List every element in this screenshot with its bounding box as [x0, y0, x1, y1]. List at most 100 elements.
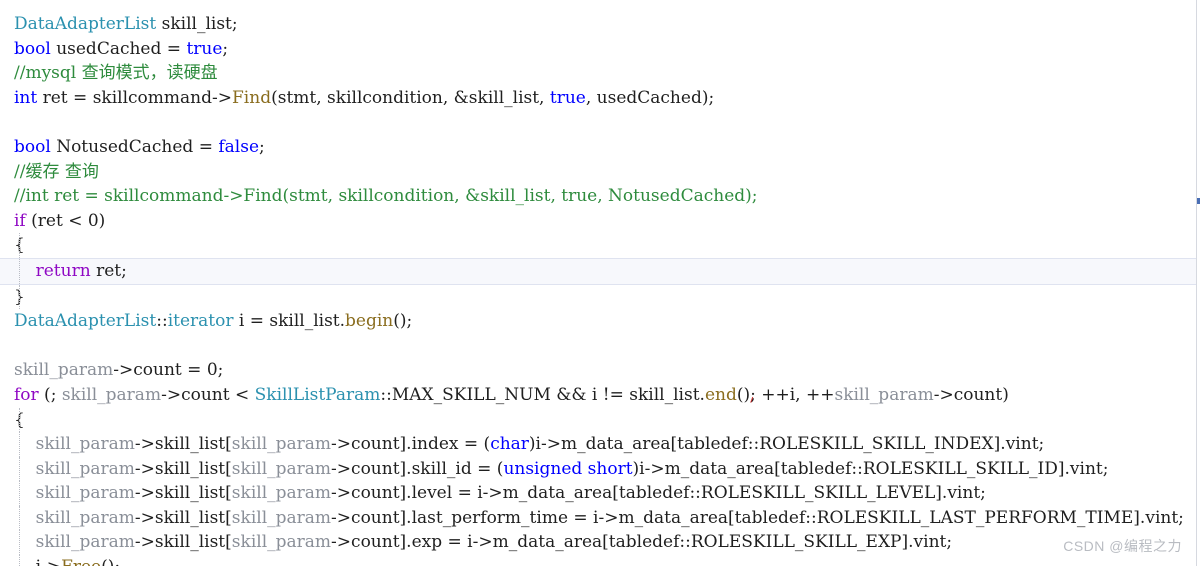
code-line[interactable]: i->Free(); — [0, 555, 1200, 566]
csdn-watermark: CSDN @编程之力 — [1063, 538, 1182, 554]
code-token: skill_list — [154, 483, 226, 504]
indent-guide — [19, 505, 20, 531]
code-line[interactable]: bool usedCached = true; — [0, 37, 1200, 62]
code-line[interactable]: skill_param->skill_list[skill_param->cou… — [0, 481, 1200, 506]
code-token: skill_param — [61, 384, 162, 405]
indent-guide — [19, 530, 20, 556]
code-token: m_data_area — [664, 458, 775, 479]
code-token: ++i, ++ — [755, 384, 835, 405]
code-token: -> — [331, 458, 352, 479]
code-token: m_data_area — [618, 507, 729, 528]
code-token: return — [35, 260, 91, 281]
indent-guide — [19, 284, 20, 310]
code-line[interactable]: skill_param->count = 0; — [0, 358, 1200, 383]
code-token: skill_param — [834, 384, 934, 405]
code-line[interactable] — [0, 334, 1200, 359]
code-token: [ — [225, 532, 232, 553]
code-token: skill_param — [35, 434, 135, 455]
code-token: ) — [1002, 384, 1009, 405]
indent-guide — [19, 233, 20, 258]
code-line[interactable]: { — [0, 233, 1200, 258]
code-token: (); — [101, 557, 120, 566]
code-token: Free — [61, 557, 101, 566]
code-line[interactable]: } — [0, 284, 1200, 310]
code-token: skill_param — [231, 532, 332, 553]
code-line[interactable]: if (ret < 0) — [0, 209, 1200, 234]
code-token: skill_list — [154, 458, 226, 479]
code-editor[interactable]: DataAdapterList skill_list; bool usedCach… — [0, 0, 1200, 566]
code-token: )i-> — [632, 458, 665, 479]
code-token: = — [181, 360, 207, 381]
code-token: 0 — [206, 360, 218, 381]
code-token: ret; — [90, 260, 127, 281]
code-line[interactable]: { — [0, 407, 1200, 433]
code-token: skill_param — [35, 532, 135, 553]
code-token: DataAdapterList — [14, 14, 157, 34]
code-token: skill_param — [231, 458, 332, 479]
code-token: skill_list; — [156, 14, 238, 34]
code-token: -> — [134, 458, 155, 479]
code-token: count — [351, 434, 400, 455]
code-token: m_data_area — [560, 434, 671, 455]
code-token: begin — [345, 311, 394, 332]
code-token: [tabledef::ROLESKILL_SKILL_INDEX].vint; — [670, 434, 1045, 455]
code-token: -> — [331, 434, 352, 455]
code-token: -> — [113, 360, 134, 381]
code-token: bool — [14, 38, 51, 59]
code-line[interactable]: skill_param->skill_list[skill_param->cou… — [0, 456, 1200, 482]
indent-guide — [19, 481, 20, 506]
code-token: ].level = i-> — [399, 483, 503, 504]
code-token: (); — [393, 311, 413, 332]
code-token: [ — [225, 458, 232, 479]
code-token: (ret < — [25, 210, 88, 231]
code-line[interactable]: skill_param->skill_list[skill_param->cou… — [0, 505, 1200, 531]
code-line[interactable]: bool NotusedCached = false; — [0, 135, 1200, 160]
code-token: skill_list — [154, 434, 226, 455]
vertical-scrollbar[interactable] — [1196, 0, 1200, 566]
code-token: ) — [98, 210, 106, 231]
code-token: bool — [14, 136, 51, 157]
code-token: count — [351, 483, 400, 504]
code-line[interactable]: DataAdapterList skill_list; — [0, 12, 1200, 37]
code-line[interactable]: skill_param->skill_list[skill_param->cou… — [0, 530, 1200, 556]
code-token: m_data_area — [502, 483, 613, 504]
code-token: usedCached = — [50, 38, 187, 59]
code-token: true — [549, 87, 586, 108]
code-token: [tabledef::ROLESKILL_SKILL_LEVEL].vint; — [612, 483, 986, 504]
code-token: skillcommand — [92, 87, 213, 108]
code-token: false — [218, 136, 260, 157]
code-line[interactable]: //缓存 查询 — [0, 160, 1200, 185]
code-line[interactable]: int ret = skillcommand->Find(stmt, skill… — [0, 86, 1200, 111]
code-token: skill_param — [35, 458, 135, 479]
code-token: count — [351, 507, 400, 528]
code-token: [tabledef::ROLESKILL_SKILL_EXP].vint; — [602, 532, 953, 553]
code-content[interactable]: DataAdapterList skill_list; bool usedCach… — [0, 0, 1200, 566]
code-token: -> — [134, 532, 155, 553]
code-line[interactable]: return ret; — [0, 257, 1200, 285]
code-token: ].index = ( — [399, 434, 491, 455]
code-token: skill_list — [154, 532, 226, 553]
code-token: count — [351, 458, 400, 479]
code-token: char — [490, 434, 529, 455]
code-token: for — [14, 384, 39, 405]
code-line[interactable] — [0, 110, 1200, 135]
code-token: skill_param — [14, 360, 114, 381]
code-token: ].last_perform_time = i-> — [399, 507, 619, 528]
code-line[interactable]: //mysql 查询模式，读硬盘 — [0, 61, 1200, 86]
code-token: < — [229, 384, 255, 405]
code-line[interactable]: skill_param->skill_list[skill_param->cou… — [0, 432, 1200, 457]
code-line[interactable]: DataAdapterList::iterator i = skill_list… — [0, 309, 1200, 334]
code-token: count — [133, 360, 182, 381]
code-token: [ — [225, 434, 232, 455]
code-token: //int ret = skillcommand->Find(stmt, ski… — [14, 186, 758, 207]
code-token: -> — [331, 532, 352, 553]
code-line[interactable]: for (; skill_param->count < SkillListPar… — [0, 383, 1200, 408]
code-token: -> — [161, 384, 182, 405]
code-line[interactable]: //int ret = skillcommand->Find(stmt, ski… — [0, 184, 1200, 209]
code-token: -> — [331, 507, 352, 528]
code-token: //mysql 查询模式，读硬盘 — [14, 63, 218, 84]
